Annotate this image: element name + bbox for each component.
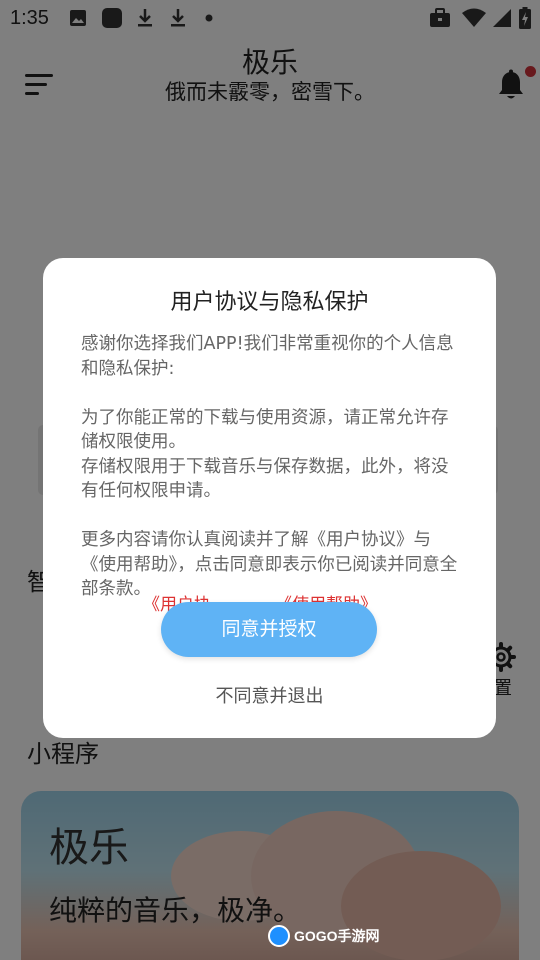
dialog-paragraph: 感谢你选择我们APP!我们非常重视你的个人信息和隐私保护:: [81, 334, 454, 379]
dialog-body[interactable]: 感谢你选择我们APP!我们非常重视你的个人信息和隐私保护: 为了你能正常的下载与…: [81, 332, 461, 598]
dialog-paragraph: 为了你能正常的下载与使用资源，请正常允许存储权限使用。 存储权限用于下载音乐与保…: [81, 407, 449, 502]
dialog-title: 用户协议与隐私保护: [170, 290, 369, 315]
decline-button[interactable]: 不同意并退出: [43, 682, 496, 708]
agree-button[interactable]: 同意并授权: [161, 602, 377, 657]
watermark-logo-icon: [268, 925, 290, 947]
watermark-text: GOGO手游网: [294, 928, 380, 944]
watermark: GOGO手游网: [268, 924, 380, 948]
privacy-dialog: 用户协议与隐私保护 感谢你选择我们APP!我们非常重视你的个人信息和隐私保护: …: [43, 258, 496, 738]
screen: 1:35 极乐 俄而未霰零，密: [0, 0, 540, 960]
dialog-paragraph: 更多内容请你认真阅读并了解《用户协议》与《使用帮助》，点击同意即表示你已阅读并同…: [81, 530, 458, 598]
